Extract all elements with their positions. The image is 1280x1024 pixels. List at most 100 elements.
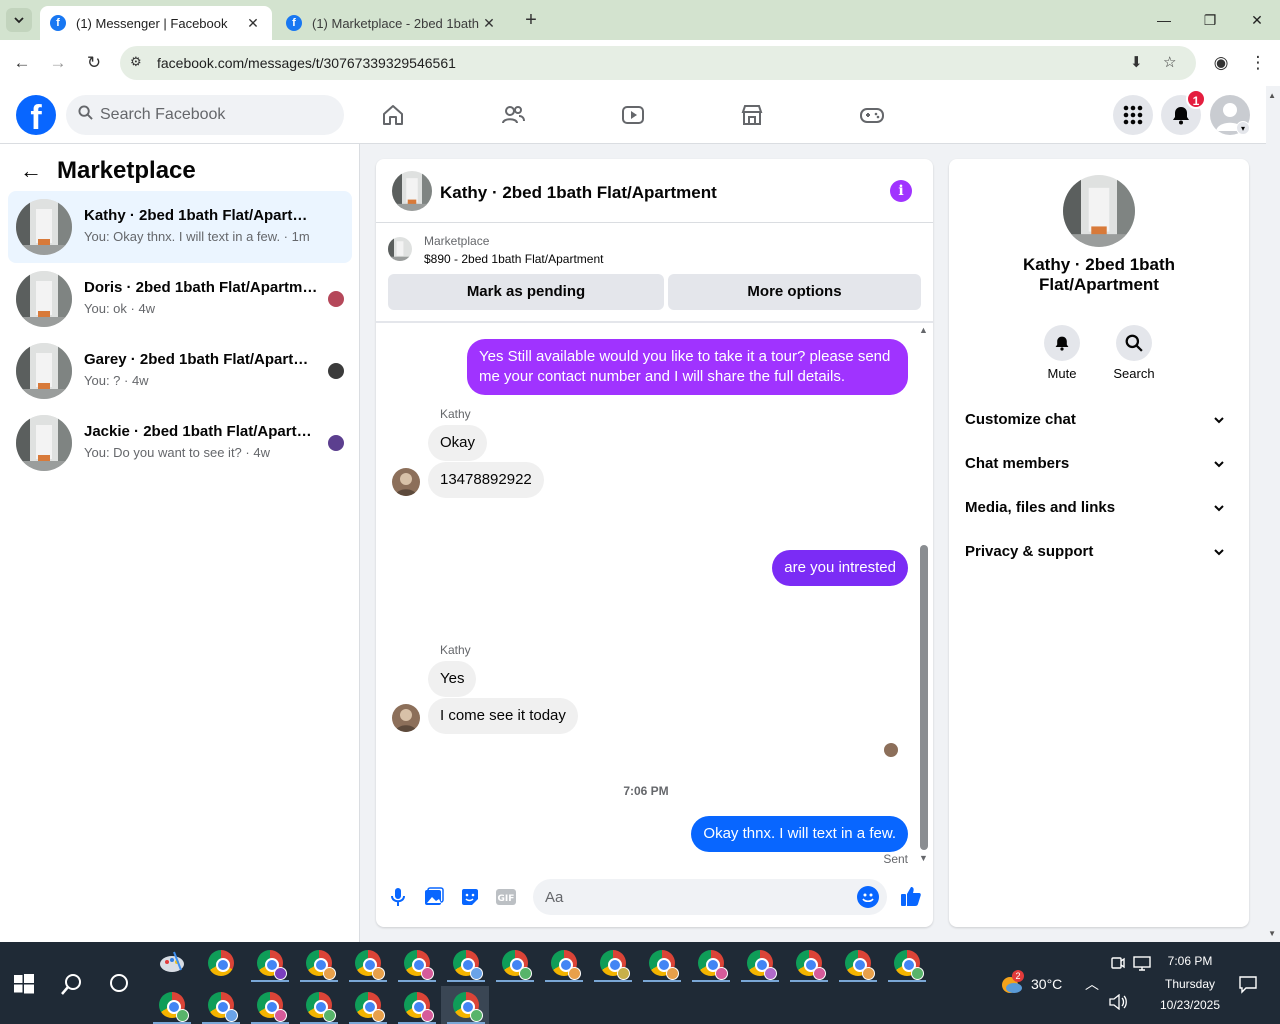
windows-start-icon[interactable] — [14, 974, 34, 999]
chrome-profile-icon[interactable] — [300, 950, 338, 982]
meet-now-icon[interactable] — [1111, 956, 1125, 975]
temperature[interactable]: 30°C — [1031, 976, 1062, 992]
kathy-avatar[interactable] — [392, 704, 420, 732]
chrome-profile-icon[interactable] — [692, 950, 730, 982]
chrome-profile-icon[interactable] — [153, 992, 191, 1024]
weather-icon[interactable]: 2 — [1000, 970, 1024, 996]
info-icon[interactable]: i — [890, 180, 912, 202]
chrome-profile-icon[interactable] — [888, 950, 926, 982]
network-icon[interactable] — [1133, 956, 1151, 977]
thumbs-up-icon[interactable] — [899, 884, 923, 908]
reload-button[interactable]: ↻ — [82, 51, 106, 75]
account-chevron-icon[interactable]: ▾ — [1236, 121, 1250, 135]
gaming-icon[interactable] — [857, 100, 887, 130]
marketplace-icon[interactable] — [737, 100, 767, 130]
chrome-profile-icon[interactable] — [202, 992, 240, 1024]
mark-as-pending-button[interactable]: Mark as pending — [388, 274, 664, 310]
tab-marketplace[interactable]: f (1) Marketplace - 2bed 1bath Fl ✕ — [276, 6, 508, 40]
conversation-item-kathy[interactable]: Kathy · 2bed 1bath Flat/Apartment You: O… — [8, 191, 352, 263]
chrome-icon[interactable] — [208, 950, 234, 976]
details-avatar[interactable] — [1063, 175, 1135, 247]
friends-icon[interactable] — [498, 100, 528, 130]
chrome-profile-icon[interactable] — [251, 992, 289, 1024]
forward-button[interactable]: → — [46, 51, 70, 75]
profile-icon[interactable]: ◉ — [1209, 51, 1233, 75]
close-tab-icon[interactable]: ✕ — [244, 15, 262, 32]
video-icon[interactable] — [618, 100, 648, 130]
conversation-item-doris[interactable]: Doris · 2bed 1bath Flat/Apartment You: o… — [8, 263, 352, 335]
chrome-profile-icon[interactable] — [594, 950, 632, 982]
browser-menu-icon[interactable]: ⋮ — [1246, 51, 1270, 75]
cortana-icon[interactable] — [110, 974, 128, 992]
message-bubble-sent[interactable]: Okay thnx. I will text in a few. — [691, 816, 908, 852]
message-bubble-received[interactable]: 13478892922 — [428, 462, 544, 498]
emoji-icon[interactable] — [857, 886, 879, 908]
chrome-profile-icon[interactable] — [349, 992, 387, 1024]
chrome-profile-icon[interactable] — [790, 950, 828, 982]
chrome-profile-icon[interactable] — [398, 992, 436, 1024]
clock-day[interactable]: Thursday — [1160, 977, 1220, 991]
chrome-profile-icon[interactable] — [300, 992, 338, 1024]
conversation-item-jackie[interactable]: Jackie · 2bed 1bath Flat/Apartment You: … — [8, 407, 352, 479]
url-text[interactable]: facebook.com/messages/t/3076733932954656… — [157, 55, 456, 71]
search-icon[interactable] — [60, 972, 84, 1001]
clock-date[interactable]: 10/23/2025 — [1157, 998, 1223, 1012]
close-tab-icon[interactable]: ✕ — [480, 15, 498, 32]
microphone-icon[interactable] — [387, 886, 409, 908]
chat-avatar[interactable] — [392, 171, 432, 211]
chrome-profile-icon[interactable] — [447, 950, 485, 982]
chat-members-row[interactable]: Chat members — [965, 455, 1233, 479]
customize-chat-row[interactable]: Customize chat — [965, 411, 1233, 435]
message-bubble-sent[interactable]: are you intrested — [772, 550, 908, 586]
more-options-button[interactable]: More options — [668, 274, 921, 310]
notification-center-icon[interactable] — [1238, 974, 1258, 999]
show-hidden-icons-icon[interactable]: ︿ — [1085, 974, 1099, 994]
site-info-icon[interactable]: ⚙ — [130, 54, 142, 70]
close-window-button[interactable]: ✕ — [1234, 0, 1280, 40]
chrome-profile-icon[interactable] — [496, 950, 534, 982]
message-bubble-received[interactable]: I come see it today — [428, 698, 578, 734]
message-bubble-received[interactable]: Yes — [428, 661, 477, 697]
page-scroll-up-icon[interactable]: ▲ — [1268, 91, 1276, 100]
message-bubble-received[interactable]: Okay — [428, 425, 488, 461]
listing-title[interactable]: $890 - 2bed 1bath Flat/Apartment — [424, 252, 603, 266]
clock-time[interactable]: 7:06 PM — [1160, 954, 1220, 968]
gallery-icon[interactable] — [423, 886, 445, 908]
gif-icon[interactable]: GIF — [495, 886, 517, 908]
chrome-profile-icon[interactable] — [349, 950, 387, 982]
new-tab-button[interactable]: + — [520, 8, 542, 32]
chrome-profile-icon[interactable] — [398, 950, 436, 982]
thread-scrollbar[interactable]: ▲ ▼ — [917, 323, 931, 868]
menu-grid-button[interactable] — [1113, 95, 1153, 135]
volume-icon[interactable] — [1108, 993, 1128, 1015]
paint-app-icon[interactable] — [159, 950, 185, 976]
chat-title[interactable]: Kathy · 2bed 1bath Flat/Apartment — [440, 183, 717, 203]
install-app-icon[interactable]: ⬇ — [1130, 53, 1143, 71]
page-scroll-down-icon[interactable]: ▼ — [1268, 929, 1276, 938]
scroll-up-icon[interactable]: ▲ — [919, 325, 928, 335]
chrome-profile-icon[interactable] — [545, 950, 583, 982]
scroll-down-icon[interactable]: ▼ — [919, 853, 928, 863]
omnibox[interactable]: ⚙ facebook.com/messages/t/30767339329546… — [120, 46, 1196, 80]
facebook-search[interactable] — [66, 95, 344, 135]
back-button[interactable]: ← — [10, 51, 34, 75]
tab-messenger[interactable]: f (1) Messenger | Facebook ✕ — [40, 6, 272, 40]
chrome-profile-icon-active[interactable] — [447, 992, 485, 1024]
mute-action[interactable]: Mute — [1032, 325, 1092, 381]
facebook-logo-icon[interactable]: f — [16, 95, 56, 135]
bookmark-star-icon[interactable]: ☆ — [1163, 53, 1176, 71]
chrome-profile-icon[interactable] — [251, 950, 289, 982]
scrollbar-thumb[interactable] — [920, 545, 928, 850]
message-input[interactable] — [545, 879, 845, 915]
media-files-links-row[interactable]: Media, files and links — [965, 499, 1233, 523]
restore-button[interactable]: ❐ — [1187, 0, 1233, 40]
privacy-support-row[interactable]: Privacy & support — [965, 543, 1233, 567]
back-arrow-icon[interactable]: ← — [20, 158, 42, 184]
chrome-profile-icon[interactable] — [741, 950, 779, 982]
home-icon[interactable] — [378, 100, 408, 130]
message-bubble-sent[interactable]: Yes Still available would you like to ta… — [467, 339, 908, 395]
chrome-profile-icon[interactable] — [839, 950, 877, 982]
conversation-item-garey[interactable]: Garey · 2bed 1bath Flat/Apartment You: ?… — [8, 335, 352, 407]
chrome-profile-icon[interactable] — [643, 950, 681, 982]
minimize-button[interactable]: — — [1141, 0, 1187, 40]
